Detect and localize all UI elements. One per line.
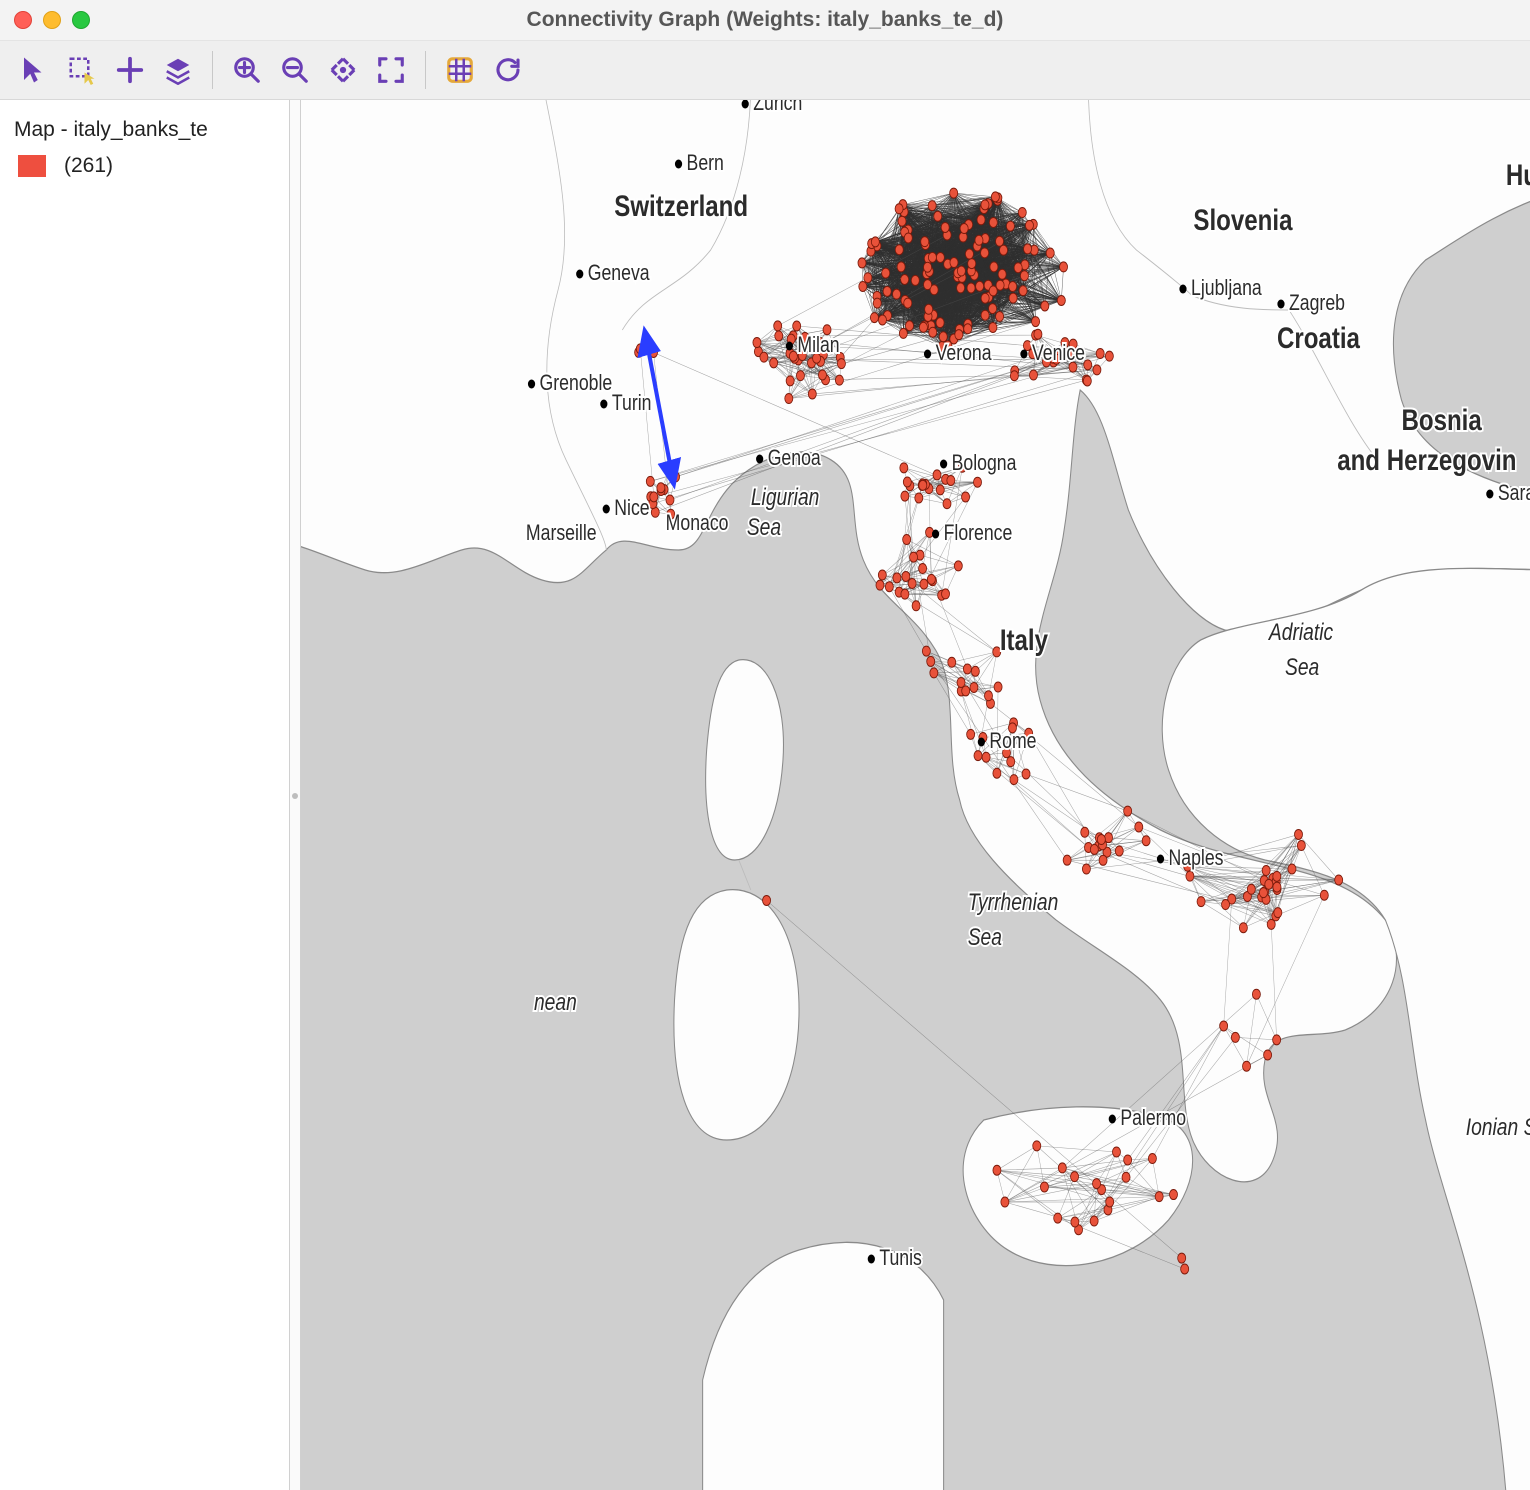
- zoom-selection-tool[interactable]: [319, 47, 367, 93]
- svg-text:Zagreb: Zagreb: [1289, 291, 1345, 315]
- layers-panel: Map - italy_banks_te (261): [0, 100, 290, 1490]
- window-controls: [0, 11, 90, 29]
- svg-text:Tyrrhenian: Tyrrhenian: [968, 888, 1059, 916]
- map-canvas[interactable]: Switzerland Slovenia Croatia Hu Bosnia and He…: [301, 100, 1530, 1490]
- toolbar-separator: [212, 51, 213, 89]
- svg-text:Slovenia: Slovenia: [1193, 202, 1293, 236]
- zoom-in-tool[interactable]: [223, 47, 271, 93]
- svg-text:Grenoble: Grenoble: [540, 371, 613, 395]
- svg-text:Turin: Turin: [612, 391, 652, 415]
- svg-text:Hu: Hu: [1506, 157, 1530, 191]
- pointer-tool[interactable]: [10, 47, 58, 93]
- toolbar-separator: [425, 51, 426, 89]
- legend-item[interactable]: (261): [14, 154, 275, 178]
- svg-text:nean: nean: [534, 988, 577, 1016]
- svg-text:Milan: Milan: [797, 333, 839, 357]
- layer-title[interactable]: Map - italy_banks_te: [14, 118, 275, 142]
- toolbar: [0, 41, 1530, 100]
- refresh-tool[interactable]: [484, 47, 532, 93]
- pan-tool[interactable]: [106, 47, 154, 93]
- zoom-out-tool[interactable]: [271, 47, 319, 93]
- svg-text:Croatia: Croatia: [1277, 320, 1361, 354]
- layers-tool[interactable]: [154, 47, 202, 93]
- svg-text:Genoa: Genoa: [768, 446, 822, 470]
- svg-text:Zurich: Zurich: [753, 100, 802, 116]
- svg-text:Sea: Sea: [1285, 653, 1319, 681]
- svg-text:Rome: Rome: [989, 729, 1036, 753]
- maximize-icon[interactable]: [72, 11, 90, 29]
- svg-text:Ligurian: Ligurian: [751, 483, 820, 511]
- svg-text:Adriatic: Adriatic: [1267, 618, 1333, 646]
- minimize-icon[interactable]: [43, 11, 61, 29]
- svg-text:Tunis: Tunis: [879, 1246, 922, 1270]
- resize-grip-icon: [292, 793, 298, 799]
- close-icon[interactable]: [14, 11, 32, 29]
- svg-text:Verona: Verona: [936, 341, 993, 365]
- svg-text:Geneva: Geneva: [588, 261, 651, 285]
- content: Map - italy_banks_te (261): [0, 100, 1530, 1490]
- svg-text:Ljubljana: Ljubljana: [1191, 276, 1262, 300]
- svg-text:Bosnia: Bosnia: [1401, 402, 1482, 436]
- svg-text:Bern: Bern: [687, 151, 724, 175]
- svg-text:Naples: Naples: [1169, 846, 1224, 870]
- panel-resize-handle[interactable]: [290, 100, 301, 1490]
- svg-text:Monaco: Monaco: [666, 511, 729, 535]
- svg-text:Nice: Nice: [614, 496, 649, 520]
- svg-text:and Herzegovin: and Herzegovin: [1337, 442, 1516, 476]
- basemap-tool[interactable]: [436, 47, 484, 93]
- legend-swatch: [18, 155, 46, 177]
- svg-text:Marseille: Marseille: [526, 521, 597, 545]
- svg-text:Italy: Italy: [1000, 622, 1048, 656]
- svg-text:Florence: Florence: [944, 521, 1013, 545]
- svg-text:Switzerland: Switzerland: [614, 188, 748, 222]
- svg-text:Ionian S: Ionian S: [1466, 1113, 1530, 1141]
- svg-text:Saraj: Saraj: [1498, 481, 1530, 505]
- legend-count: (261): [64, 154, 113, 178]
- titlebar: Connectivity Graph (Weights: italy_banks…: [0, 0, 1530, 41]
- svg-text:Palermo: Palermo: [1120, 1106, 1186, 1130]
- fit-extent-tool[interactable]: [367, 47, 415, 93]
- svg-text:Sea: Sea: [747, 513, 781, 541]
- select-rect-tool[interactable]: [58, 47, 106, 93]
- window-title: Connectivity Graph (Weights: italy_banks…: [0, 8, 1530, 32]
- svg-text:Venice: Venice: [1032, 341, 1085, 365]
- svg-text:Bologna: Bologna: [952, 451, 1018, 475]
- svg-text:Sea: Sea: [968, 923, 1002, 951]
